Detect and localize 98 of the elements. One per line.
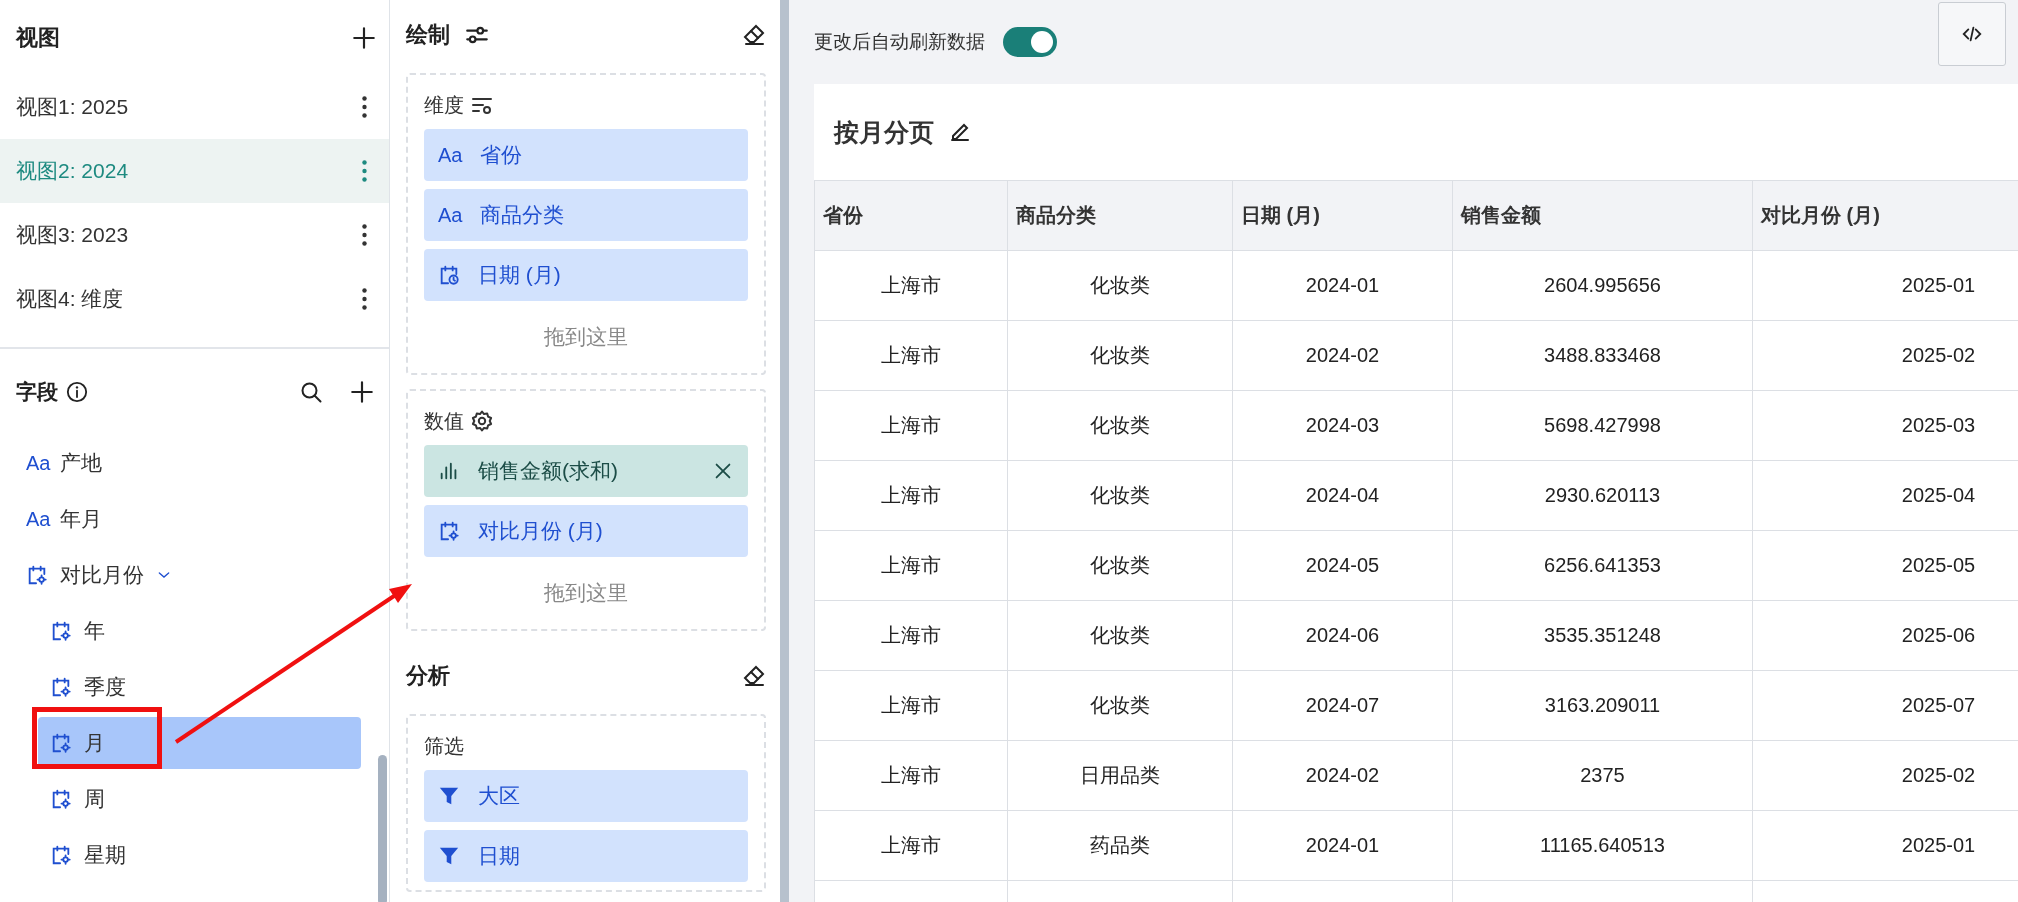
table-cell: 化妆类 [1007,390,1233,461]
table-cell: 5698.427998 [1452,390,1753,461]
field-item[interactable]: Aa 年月 [24,493,361,545]
table-cell: 日用品类 [1007,740,1233,811]
drop-hint: 拖到这里 [544,324,628,350]
calendar-gear-icon [50,676,72,698]
table-cell: 2024-02 [1232,320,1453,391]
table-cell: 化妆类 [1007,530,1233,601]
table-cell: 上海市 [814,810,1008,881]
table-cell: 化妆类 [1007,670,1233,741]
table-cell: 化妆类 [1007,320,1233,391]
table-cell: 11165.640513 [1452,810,1753,881]
text-type-icon: Aa [438,203,462,227]
toggle-label: 更改后自动刷新数据 [814,30,985,54]
settings-icon [470,409,494,433]
column-header[interactable]: 省份 [814,180,1008,251]
column-header[interactable]: 销售金额 [1452,180,1753,251]
table-cell: 上海市 [814,600,1008,671]
field-item[interactable]: Aa 产地 [24,437,361,489]
more-options-icon [362,160,367,182]
info-icon [66,381,88,403]
table-cell: 3163.209011 [1452,670,1753,741]
field-item[interactable]: 对比月份 [24,549,361,601]
table-cell: 药品类 [1007,810,1233,881]
table-cell: 2024-04 [1232,460,1453,531]
table-cell: 2024-05 [1232,530,1453,601]
column-header[interactable]: 对比月份 (月) [1752,180,2018,251]
field-item[interactable]: 年 [38,605,361,657]
text-type-icon: Aa [438,143,462,167]
field-item[interactable]: 季度 [38,661,361,713]
table-cell: 2024-07 [1232,670,1453,741]
field-pill[interactable]: Aa 省份 [424,129,748,181]
table-cell: 化妆类 [1007,250,1233,321]
table-cell: 上海市 [814,530,1008,601]
table-cell: 上海市 [814,320,1008,391]
field-pill[interactable]: Aa 商品分类 [424,189,748,241]
more-options-icon [362,96,367,118]
table-cell: 上海市 [814,670,1008,741]
field-pill[interactable]: 对比月份 (月) [424,505,748,557]
table-cell: 上海市 [814,250,1008,321]
field-item[interactable]: 月 [38,717,361,769]
table-cell: 6256.641353 [1452,530,1753,601]
more-options-icon [362,288,367,310]
field-item[interactable]: 星期 [38,829,361,881]
report-title: 按月分页 [834,116,934,148]
zone-title: 维度 [424,92,464,118]
table-cell: 2024-02 [1232,740,1453,811]
plus-icon [349,379,375,405]
calendar-gear-icon [26,564,48,586]
field-pill[interactable]: 日期 (月) [424,249,748,301]
table-cell: 上海市 [814,390,1008,461]
field-pill[interactable]: 大区 [424,770,748,822]
calendar-gear-icon [50,620,72,642]
more-options-icon [362,224,367,246]
table-cell: 化妆类 [1007,600,1233,671]
filter-icon [438,845,460,867]
view-item[interactable]: 视图3: 2023 [0,203,389,267]
view-item[interactable]: 视图4: 维度 [0,267,389,331]
field-item[interactable]: 周 [38,773,361,825]
table-cell: 3535.351248 [1452,600,1753,671]
field-pill[interactable]: 日期 [424,830,748,882]
panel-resize-handle[interactable] [780,0,789,902]
zone-title: 数值 [424,408,464,434]
calendar-gear-icon [50,732,72,754]
search-icon [299,380,323,404]
table-cell: 上海市 [814,740,1008,811]
view-item[interactable]: 视图2: 2024 [0,139,389,203]
plus-icon [351,24,377,51]
zone-title: 筛选 [424,733,464,759]
table-cell: 2375 [1452,740,1753,811]
field-pill[interactable]: 销售金额(求和) [424,445,748,497]
view-item[interactable]: 视图1: 2025 [0,75,389,139]
auto-refresh-toggle[interactable] [1003,27,1057,57]
section-title: 绘制 [406,20,450,49]
table-cell: 2024-01 [1232,250,1453,321]
table-cell: 化妆类 [1007,460,1233,531]
table-cell: 2024-06 [1232,600,1453,671]
panel-title: 视图 [16,23,60,52]
drop-hint: 拖到这里 [544,580,628,606]
panel-title: 字段 [16,379,58,405]
code-button[interactable] [1938,2,2006,66]
calendar-clock-icon [438,264,460,286]
filter-icon [438,785,460,807]
table-cell: 上海市 [814,460,1008,531]
table-cell: 3488.833468 [1452,320,1753,391]
table-cell: 2024-01 [1232,810,1453,881]
calendar-gear-icon [50,844,72,866]
table-cell: 2604.995656 [1452,250,1753,321]
column-header[interactable]: 商品分类 [1007,180,1233,251]
table-cell: 2024-03 [1232,390,1453,461]
column-header[interactable]: 日期 (月) [1232,180,1453,251]
eraser-icon [742,22,766,47]
calendar-gear-icon [50,788,72,810]
table-cell: 2930.620113 [1452,460,1753,531]
eraser-icon [742,663,766,688]
calendar-gear-icon [438,520,460,542]
section-title: 分析 [406,661,450,690]
scrollbar[interactable] [378,755,387,902]
